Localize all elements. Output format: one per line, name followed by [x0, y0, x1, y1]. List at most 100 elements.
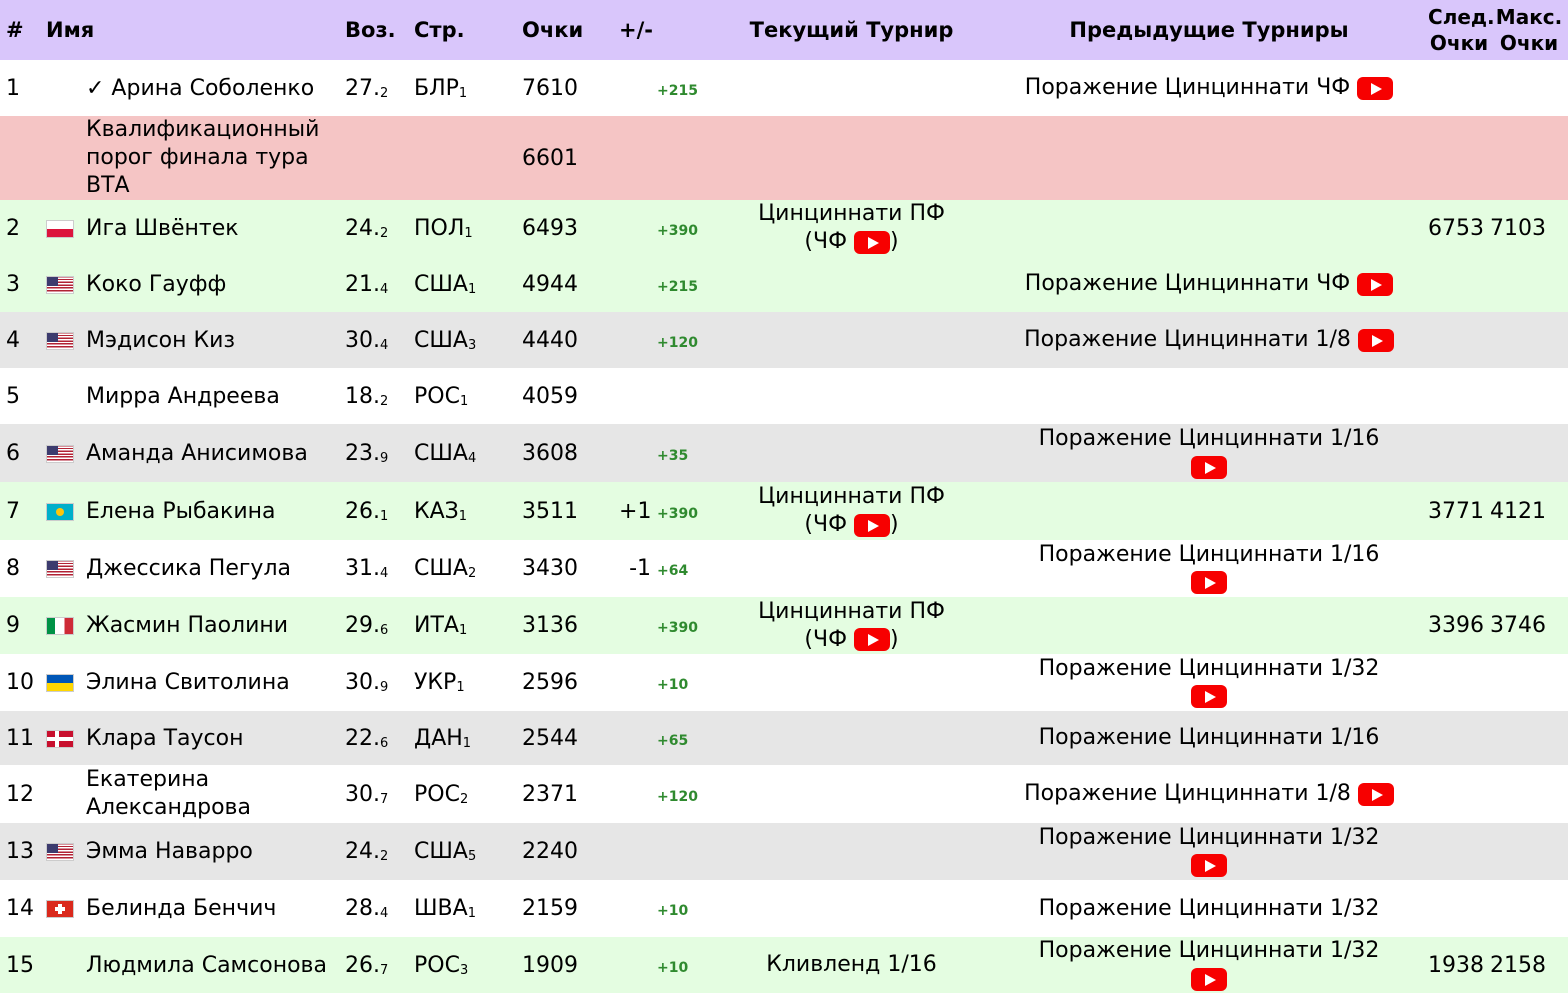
max-points [1490, 765, 1568, 823]
flag-cell [46, 937, 86, 993]
max-points [1490, 424, 1568, 482]
flag-cell [46, 765, 86, 823]
player-row[interactable]: 7 Елена Рыбакина 26.1 КАЗ1 3511 +1 +390 Ц… [0, 482, 1568, 540]
player-name[interactable]: Коко Гауфф [86, 256, 346, 312]
cutoff-row: Квалификационный порог финала тура ВТА 66… [0, 116, 1568, 200]
youtube-play-icon[interactable] [1191, 571, 1228, 594]
player-points: 4059 [522, 368, 620, 424]
cutoff-label: Квалификационный порог финала тура ВТА [86, 116, 346, 200]
previous-tournament-label: Поражение Цинциннати 1/8 [1024, 781, 1351, 806]
next-points [1428, 765, 1491, 823]
player-row[interactable]: 1 ✓ Арина Соболенко 27.2 БЛР1 7610 +215 … [0, 60, 1568, 116]
previous-tournaments: Поражение Цинциннати ЧФ [990, 256, 1429, 312]
player-age: 24.2 [345, 823, 415, 880]
change-cell: +1 +390 [619, 482, 714, 540]
header-current-tournament[interactable]: Текущий Турнир [713, 0, 991, 60]
player-age: 26.1 [345, 482, 415, 540]
player-row[interactable]: 12 Екатерина Александрова 30.7 РОС2 2371 … [0, 765, 1568, 823]
current-tournament [713, 60, 991, 116]
player-row[interactable]: 15 Людмила Самсонова 26.7 РОС3 1909 +10 … [0, 937, 1568, 993]
youtube-play-icon[interactable] [1357, 76, 1394, 100]
current-tournament [713, 880, 991, 937]
youtube-play-icon[interactable] [854, 513, 891, 537]
player-name[interactable]: Джессика Пегула [86, 540, 346, 597]
youtube-play-icon[interactable] [1191, 967, 1228, 991]
header-change[interactable]: +/- [619, 0, 714, 60]
player-row[interactable]: 4 Мэдисон Киз 30.4 США3 4440 +120 Пораже… [0, 312, 1568, 368]
rank-change: +1 [619, 498, 652, 524]
player-row[interactable]: 11 Клара Таусон 22.6 ДАН1 2544 +65 Пораж… [0, 711, 1568, 765]
player-country: США3 [414, 312, 523, 368]
player-name[interactable]: Мирра Андреева [86, 368, 346, 424]
player-name[interactable]: Жасмин Паолини [86, 597, 346, 654]
current-tournament [713, 312, 991, 368]
youtube-play-icon[interactable] [1191, 455, 1228, 479]
previous-tournament-label: Поражение Цинциннати 1/8 [1024, 327, 1351, 352]
max-points [1490, 256, 1568, 312]
flag-cell [46, 424, 86, 482]
change-cell: +215 [619, 256, 714, 312]
player-age: 23.9 [345, 424, 415, 482]
youtube-play-icon[interactable] [854, 230, 891, 254]
header-max-points[interactable]: Макс. Очки [1490, 0, 1568, 60]
header-country[interactable]: Стр. [414, 0, 523, 60]
max-points: 4121 [1490, 482, 1568, 540]
player-age: 28.4 [345, 880, 415, 937]
flag-cell [46, 823, 86, 880]
header-age[interactable]: Воз. [345, 0, 415, 60]
italy-flag-icon [46, 617, 74, 635]
player-name[interactable]: Белинда Бенчич [86, 880, 346, 937]
change-cell: +65 [619, 711, 714, 765]
player-row[interactable]: 9 Жасмин Паолини 29.6 ИТА1 3136 +390 Цин… [0, 597, 1568, 654]
player-row[interactable]: 10 Элина Свитолина 30.9 УКР1 2596 +10 По… [0, 654, 1568, 711]
youtube-play-icon[interactable] [1191, 854, 1228, 877]
current-tournament-label: Цинциннати ПФ [758, 484, 945, 509]
player-name[interactable]: Аманда Анисимова [86, 424, 346, 482]
flag-cell [46, 711, 86, 765]
rank-number: 3 [0, 256, 46, 312]
youtube-play-icon[interactable] [1357, 272, 1394, 296]
player-row[interactable]: 8 Джессика Пегула 31.4 США2 3430 -1 +64 П… [0, 540, 1568, 597]
previous-tournament-label: Поражение Цинциннати 1/32 [1038, 938, 1380, 963]
header-rank[interactable]: # [0, 0, 46, 60]
header-next-points[interactable]: След. Очки [1428, 0, 1495, 60]
player-row[interactable]: 2 Ига Швёнтек 24.2 ПОЛ1 6493 +390 Цинцин… [0, 200, 1568, 256]
player-row[interactable]: 6 Аманда Анисимова 23.9 США4 3608 +35 По… [0, 424, 1568, 482]
player-name[interactable]: Элина Свитолина [86, 654, 346, 711]
header-points[interactable]: Очки [522, 0, 620, 60]
player-name[interactable]: Людмила Самсонова [86, 937, 346, 993]
youtube-play-icon[interactable] [1357, 328, 1394, 352]
current-tournament [713, 765, 991, 823]
previous-tournaments: Поражение Цинциннати 1/16 [990, 424, 1429, 482]
next-points: 1938 [1428, 937, 1491, 993]
player-name[interactable]: Екатерина Александрова [86, 765, 346, 823]
youtube-play-icon[interactable] [854, 628, 891, 651]
player-row[interactable]: 3 Коко Гауфф 21.4 США1 4944 +215 Поражен… [0, 256, 1568, 312]
player-name[interactable]: Эмма Наварро [86, 823, 346, 880]
next-points [1428, 424, 1491, 482]
player-row[interactable]: 14 Белинда Бенчич 28.4 ШВА1 2159 +10 Пор… [0, 880, 1568, 937]
player-row[interactable]: 5 Мирра Андреева 18.2 РОС1 4059 [0, 368, 1568, 424]
youtube-play-icon[interactable] [1191, 685, 1228, 708]
player-name[interactable]: ✓ Арина Соболенко [86, 60, 346, 116]
next-points [1428, 711, 1491, 765]
player-name[interactable]: Мэдисон Киз [86, 312, 346, 368]
player-points: 4440 [522, 312, 620, 368]
usa-flag-icon [46, 560, 74, 578]
player-name[interactable]: Ига Швёнтек [86, 200, 346, 256]
player-name[interactable]: Елена Рыбакина [86, 482, 346, 540]
header-previous-tournaments[interactable]: Предыдущие Турниры [990, 0, 1429, 60]
player-row[interactable]: 13 Эмма Наварро 24.2 США5 2240 Поражение… [0, 823, 1568, 880]
current-tournament [713, 711, 991, 765]
max-points [1490, 654, 1568, 711]
flag-cell [46, 482, 86, 540]
header-name[interactable]: Имя [46, 0, 346, 60]
current-tournament: Цинциннати ПФ (ЧФ ) [713, 200, 991, 256]
player-age: 31.4 [345, 540, 415, 597]
max-points [1490, 823, 1568, 880]
youtube-play-icon[interactable] [1357, 782, 1394, 806]
player-name[interactable]: Клара Таусон [86, 711, 346, 765]
flag-cell [46, 60, 86, 116]
current-tournament: Цинциннати ПФ (ЧФ ) [713, 482, 991, 540]
change-cell: +390 [619, 200, 714, 256]
